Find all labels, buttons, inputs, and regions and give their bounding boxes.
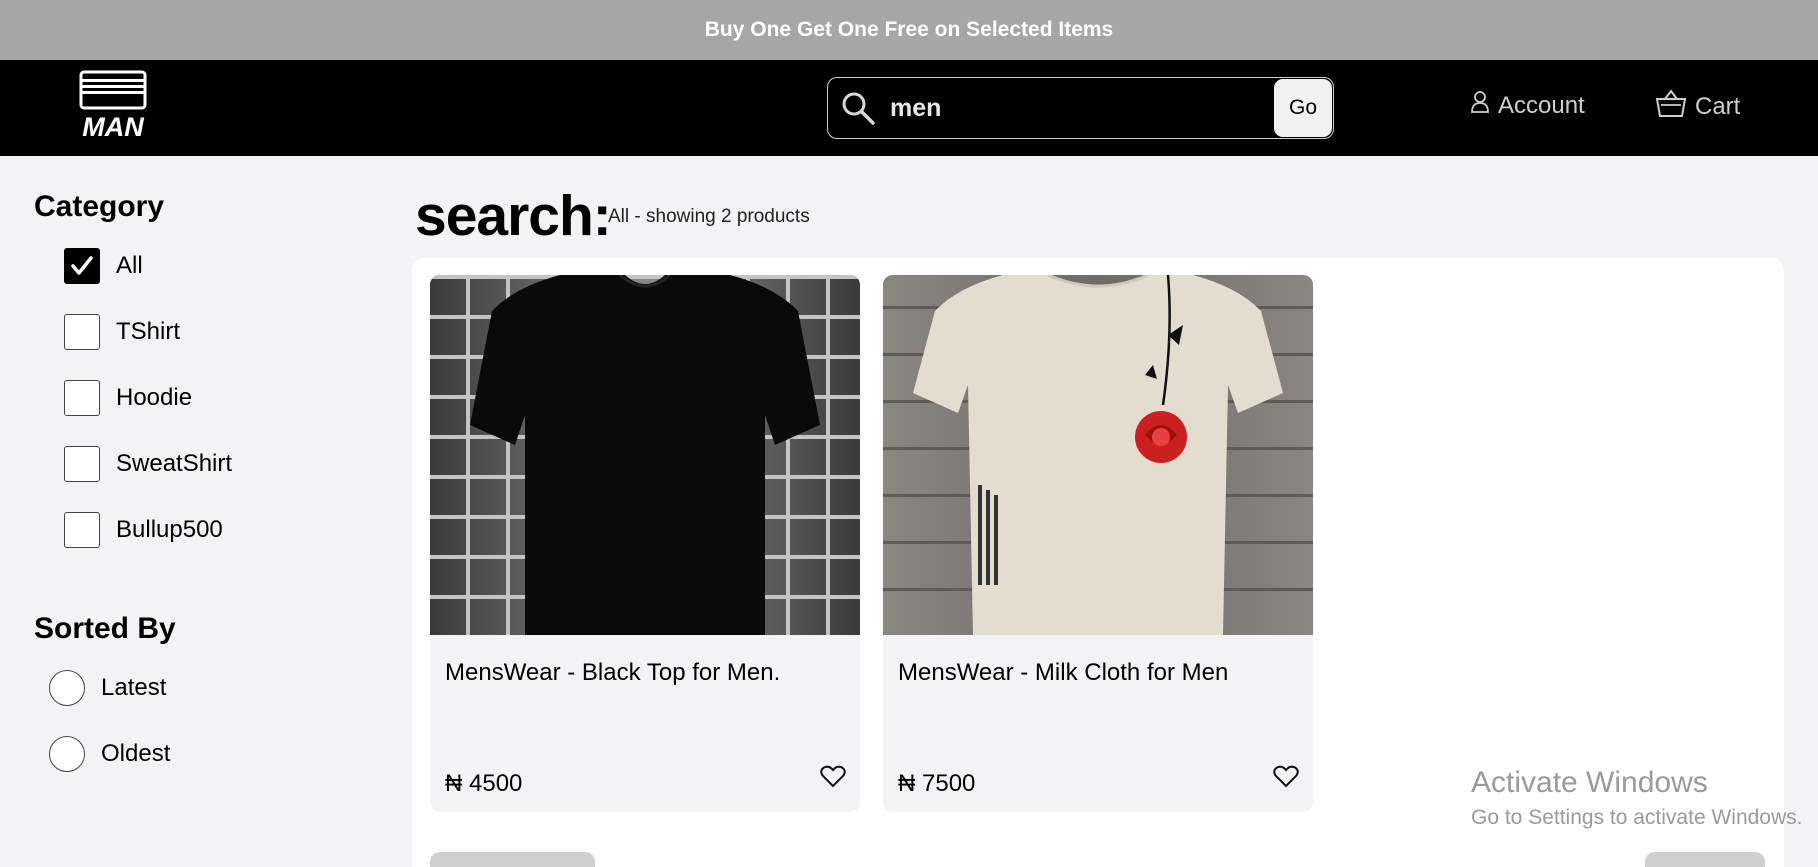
sort-radio[interactable]: [49, 670, 85, 706]
search-bar: Go: [827, 77, 1334, 139]
watermark-subtitle: Go to Settings to activate Windows.: [1471, 806, 1803, 829]
promo-banner: Buy One Get One Free on Selected Items: [0, 0, 1818, 60]
sort-label: Oldest: [101, 740, 171, 767]
heart-icon[interactable]: [1273, 765, 1299, 789]
sort-label: Latest: [101, 674, 167, 701]
product-card[interactable]: MensWear - Black Top for Men. ₦ 4500: [430, 275, 860, 812]
category-checkbox[interactable]: [64, 380, 100, 416]
account-label: Account: [1498, 91, 1585, 119]
next-page-button[interactable]: [1645, 852, 1765, 867]
category-label: TShirt: [116, 318, 181, 345]
product-card[interactable]: MensWear - Milk Cloth for Men ₦ 7500: [883, 275, 1313, 812]
search-icon: [840, 90, 876, 126]
results-count: All - showing 2 products: [608, 206, 810, 227]
category-label: SweatShirt: [116, 450, 233, 477]
results-title: search:: [415, 184, 612, 248]
sort-option-latest[interactable]: Latest: [49, 670, 166, 706]
sort-option-oldest[interactable]: Oldest: [49, 736, 170, 772]
sort-radio[interactable]: [49, 736, 85, 772]
previous-page-button[interactable]: [430, 852, 595, 867]
brand-logo[interactable]: MAN: [75, 70, 151, 142]
product-name[interactable]: MensWear - Black Top for Men.: [445, 659, 780, 687]
category-filter-hoodie[interactable]: Hoodie: [64, 380, 192, 416]
search-go-button[interactable]: Go: [1274, 79, 1332, 137]
sort-heading: Sorted By: [34, 612, 176, 645]
heart-icon[interactable]: [820, 765, 846, 789]
product-image[interactable]: [883, 275, 1313, 635]
cart-link[interactable]: Cart: [1655, 88, 1740, 125]
category-filter-bullup500[interactable]: Bullup500: [64, 512, 223, 548]
checkmark-icon: [71, 256, 93, 275]
category-checkbox[interactable]: [64, 446, 100, 482]
category-filter-tshirt[interactable]: TShirt: [64, 314, 180, 350]
category-checkbox[interactable]: [64, 248, 100, 284]
category-filter-all[interactable]: All: [64, 248, 143, 284]
product-image[interactable]: [430, 275, 860, 635]
site-header: MAN Go Account: [0, 60, 1818, 156]
cart-label: Cart: [1695, 92, 1741, 120]
category-checkbox[interactable]: [64, 314, 100, 350]
account-link[interactable]: Account: [1470, 90, 1585, 121]
basket-icon: [1655, 88, 1687, 125]
user-icon: [1470, 90, 1490, 121]
category-heading: Category: [34, 190, 165, 223]
category-label: All: [116, 252, 143, 279]
product-price: ₦ 4500: [445, 770, 523, 797]
search-input[interactable]: [890, 88, 1250, 128]
go-label: Go: [1288, 96, 1317, 119]
product-name[interactable]: MensWear - Milk Cloth for Men: [898, 659, 1228, 687]
category-label: Bullup500: [116, 516, 223, 543]
category-checkbox[interactable]: [64, 512, 100, 548]
product-price: ₦ 7500: [898, 770, 976, 797]
category-label: Hoodie: [116, 384, 193, 411]
windows-activation-watermark: Activate Windows Go to Settings to activ…: [1471, 766, 1803, 830]
svg-text:MAN: MAN: [82, 112, 144, 140]
watermark-title: Activate Windows: [1471, 766, 1708, 799]
promo-text: Buy One Get One Free on Selected Items: [704, 18, 1114, 41]
category-filter-sweatshirt[interactable]: SweatShirt: [64, 446, 232, 482]
